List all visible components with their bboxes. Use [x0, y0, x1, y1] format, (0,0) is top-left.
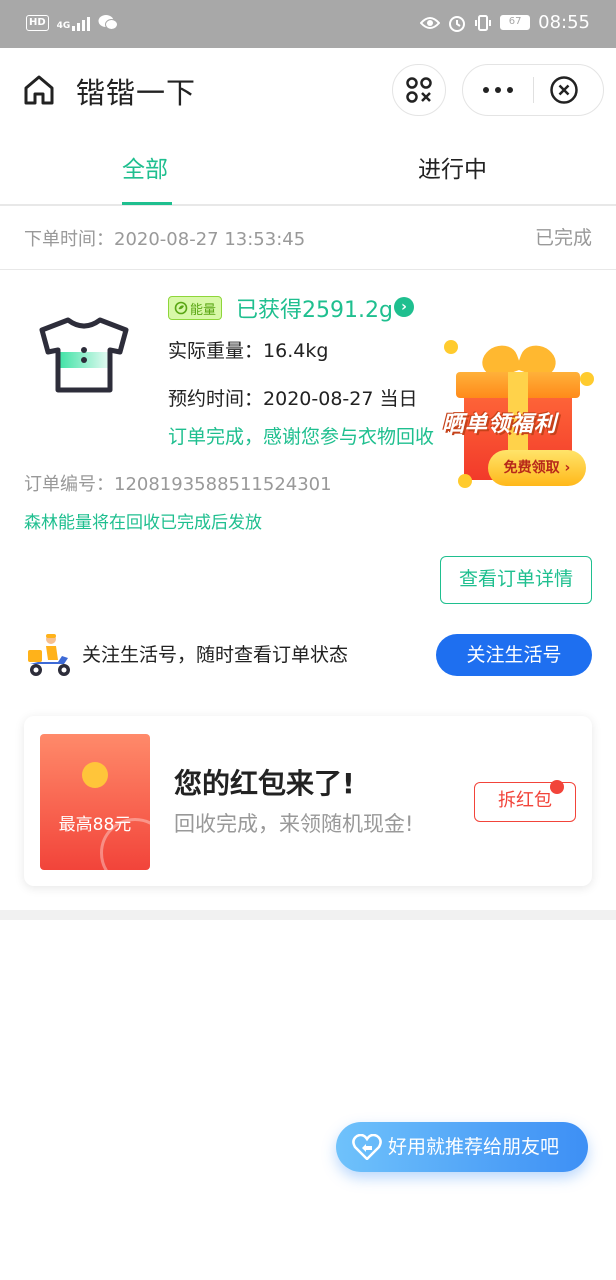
- more-dot: [507, 87, 513, 93]
- status-bar-left: HD 4G: [26, 14, 119, 31]
- tab-active-indicator: [122, 202, 172, 205]
- coin-icon: [82, 762, 108, 788]
- signal-icon: 4G: [57, 15, 91, 31]
- more-button[interactable]: [463, 65, 533, 115]
- page-title: 锴锴一下: [76, 76, 197, 110]
- appointment-time: 预约时间：2020-08-27 当日: [168, 384, 417, 411]
- red-packet-title: 您的红包来了!: [174, 767, 355, 800]
- more-dot: [495, 87, 501, 93]
- title-bar: 锴锴一下: [0, 48, 616, 132]
- network-type: 4G: [56, 20, 71, 31]
- coin-icon: [580, 372, 594, 386]
- share-reward-promo[interactable]: 晒单领福利 免费领取 ›: [438, 340, 604, 492]
- max-amount: 最高88元: [58, 815, 132, 835]
- energy-badge: 能量: [168, 296, 223, 320]
- tab-ongoing[interactable]: 进行中: [418, 150, 487, 184]
- follow-prompt: 关注生活号，随时查看订单状态: [82, 644, 349, 666]
- scan-icon: [406, 77, 432, 103]
- order-time-value: 2020-08-27 13:53:45: [114, 229, 306, 250]
- tab-all[interactable]: 全部: [122, 150, 168, 184]
- free-claim-button[interactable]: 免费领取 ›: [488, 450, 586, 486]
- chevron-right-icon[interactable]: ›: [394, 297, 414, 317]
- heart-share-icon: [352, 1134, 382, 1160]
- status-bar: HD 4G 67 08:55: [0, 0, 616, 48]
- energy-badge-label: 能量: [190, 302, 217, 318]
- red-packet-card[interactable]: 最高88元 您的红包来了! 回收完成，来领随机现金! 拆红包: [24, 716, 592, 886]
- home-icon[interactable]: [22, 74, 56, 106]
- recommend-label: 好用就推荐给朋友吧: [388, 1136, 560, 1158]
- scan-button[interactable]: [392, 64, 446, 116]
- view-order-detail-button[interactable]: 查看订单详情: [440, 556, 592, 604]
- weight-value: 16.4kg: [263, 340, 329, 362]
- coin-icon: [458, 474, 472, 488]
- status-bar-right: 67 08:55: [420, 12, 590, 33]
- forest-energy-note: 森林能量将在回收已完成后发放: [24, 513, 262, 533]
- section-divider: [0, 910, 616, 920]
- mini-program-capsule: [462, 64, 604, 116]
- close-icon[interactable]: [549, 75, 579, 105]
- eye-icon: [420, 16, 441, 29]
- tshirt-icon: [39, 317, 129, 393]
- follow-account-button[interactable]: 关注生活号: [436, 634, 592, 676]
- order-tabs: 全部 进行中: [0, 132, 616, 206]
- order-header: 下单时间：2020-08-27 13:53:45 已完成: [0, 206, 616, 270]
- battery-icon: 67: [500, 15, 531, 30]
- more-dot: [483, 87, 489, 93]
- hd-icon: HD: [26, 14, 49, 31]
- appointment-value: 2020-08-27 当日: [263, 388, 418, 410]
- order-time-label: 下单时间：: [24, 229, 114, 250]
- recommend-to-friends-button[interactable]: 好用就推荐给朋友吧: [336, 1122, 588, 1172]
- wechat-icon: [98, 15, 119, 30]
- order-status: 已完成: [534, 227, 592, 249]
- delivery-scooter-icon: [28, 634, 70, 676]
- order-number: 订单编号：1208193588511524301: [24, 470, 332, 496]
- clock-time: 08:55: [538, 12, 590, 33]
- leaf-icon: [174, 301, 188, 315]
- weight-label: 实际重量：: [168, 340, 264, 362]
- red-packet-image: 最高88元: [40, 734, 150, 870]
- capsule-divider: [533, 77, 534, 103]
- coin-icon: [444, 340, 458, 354]
- free-claim-label: 免费领取: [503, 460, 560, 476]
- order-number-label: 订单编号：: [24, 474, 114, 495]
- promo-title: 晒单领福利: [442, 412, 558, 437]
- order-time: 下单时间：2020-08-27 13:53:45: [24, 225, 305, 251]
- vibrate-icon: [475, 14, 492, 31]
- red-packet-subtitle: 回收完成，来领随机现金!: [174, 812, 414, 836]
- order-complete-message: 订单完成，感谢您参与衣物回收: [168, 426, 435, 448]
- order-number-value: 1208193588511524301: [114, 474, 332, 495]
- actual-weight: 实际重量：16.4kg: [168, 336, 328, 363]
- energy-gained[interactable]: 已获得2591.2g: [236, 292, 393, 324]
- appointment-label: 预约时间：: [168, 388, 264, 410]
- alarm-icon: [449, 15, 466, 32]
- notification-dot: [550, 780, 564, 794]
